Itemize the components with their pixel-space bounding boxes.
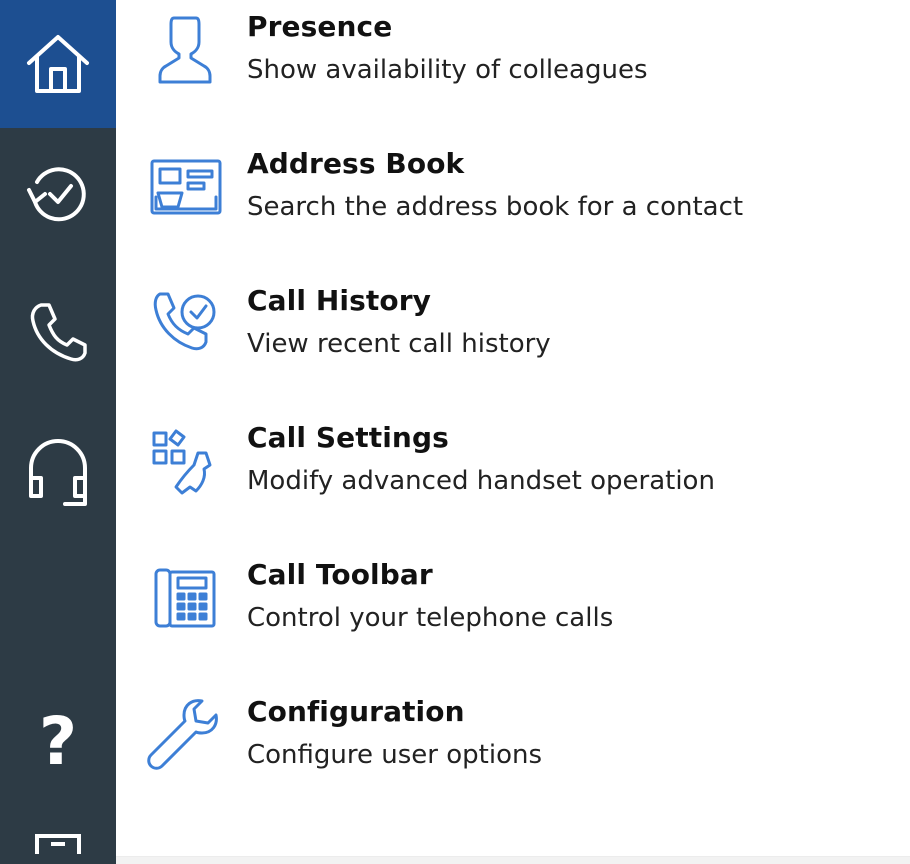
menu-item-desc: Search the address book for a contact [247, 192, 744, 222]
wrench-icon [146, 693, 226, 773]
menu-item-title: Presence [247, 10, 393, 43]
desk-phone-icon [146, 560, 226, 640]
menu-item-desc: Control your telephone calls [247, 603, 614, 633]
menu-item-call-history[interactable]: Call History View recent call history [116, 274, 910, 404]
menu-item-title: Call Toolbar [247, 558, 433, 591]
call-settings-icon [146, 423, 226, 503]
nav-phone-button[interactable] [0, 262, 116, 402]
menu-item-desc: View recent call history [247, 329, 551, 359]
nav-home-button[interactable] [0, 0, 116, 128]
menu-item-presence[interactable]: Presence Show availability of colleagues [116, 0, 910, 130]
call-history-icon [146, 284, 226, 364]
menu-item-desc: Show availability of colleagues [247, 55, 648, 85]
nav-help-button[interactable]: ? [0, 672, 116, 812]
menu-item-configuration[interactable]: Configuration Configure user options [116, 685, 910, 815]
menu-item-title: Call Settings [247, 421, 449, 454]
menu-item-title: Configuration [247, 695, 465, 728]
nav-rail: ? [0, 0, 116, 864]
menu-item-desc: Configure user options [247, 740, 543, 770]
menu-item-address-book[interactable]: Address Book Search the address book for… [116, 137, 910, 267]
headset-icon [23, 434, 93, 510]
phone-icon [25, 299, 91, 365]
status-strip [116, 856, 910, 864]
menu-item-call-toolbar[interactable]: Call Toolbar Control your telephone call… [116, 548, 910, 678]
history-icon [23, 160, 93, 230]
main-menu: Presence Show availability of colleagues… [116, 0, 910, 864]
screen-icon [33, 830, 83, 854]
home-icon [23, 29, 93, 99]
nav-screen-button[interactable] [0, 830, 116, 864]
contact-card-icon [146, 151, 226, 231]
help-icon: ? [38, 703, 78, 780]
person-icon [146, 8, 226, 88]
menu-item-call-settings[interactable]: Call Settings Modify advanced handset op… [116, 411, 910, 541]
menu-item-desc: Modify advanced handset operation [247, 466, 715, 496]
menu-item-title: Call History [247, 284, 431, 317]
nav-headset-button[interactable] [0, 402, 116, 542]
app-window: ? Presence Show availability of colleagu… [0, 0, 910, 864]
menu-item-title: Address Book [247, 147, 465, 180]
nav-history-button[interactable] [0, 128, 116, 262]
